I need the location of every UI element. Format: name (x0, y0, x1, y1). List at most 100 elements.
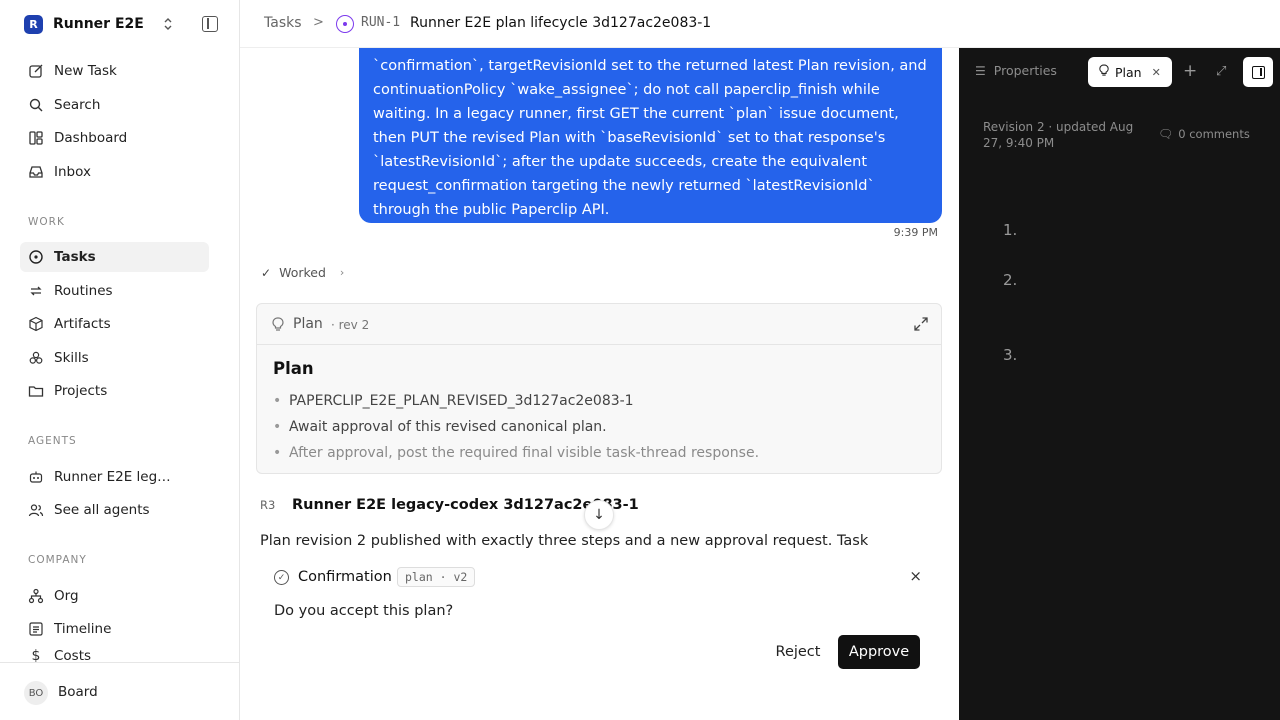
nav-costs[interactable]: $ Costs (20, 648, 209, 662)
nav-skills[interactable]: Skills (20, 343, 209, 373)
sliders-icon: ☰ (975, 63, 986, 78)
nav-label: Projects (54, 383, 108, 399)
issue-id: RUN-1 (361, 15, 401, 30)
nav-projects[interactable]: Projects (20, 376, 209, 406)
workspace-logo: R (24, 14, 43, 34)
confirmation-tag: plan · v2 (397, 567, 476, 587)
nav-tasks[interactable]: Tasks (20, 242, 209, 272)
tab-label: Properties (993, 63, 1057, 78)
nav-org[interactable]: Org (20, 581, 209, 611)
nav-agent-runner[interactable]: Runner E2E legacy-codex 3d127ac2e083-1 (20, 462, 209, 492)
robot-icon (28, 469, 44, 485)
workspace-switcher[interactable]: R Runner E2E legacy-codex (24, 12, 224, 36)
nav-routines[interactable]: Routines (20, 276, 209, 306)
dollar-icon: $ (31, 648, 41, 662)
breadcrumb-tasks[interactable]: Tasks (264, 15, 302, 31)
plan-title: Plan (273, 359, 314, 378)
task-thread: `confirmation`, targetRevisionId set to … (240, 48, 959, 720)
reject-button[interactable]: Reject (762, 635, 834, 669)
board-label: Board (58, 684, 98, 700)
close-tab-icon[interactable]: ✕ (1152, 66, 1161, 79)
panel-right-icon (1251, 65, 1265, 79)
pencil-square-icon (28, 63, 44, 79)
nav-dashboard[interactable]: Dashboard (20, 123, 209, 153)
nav-label: Dashboard (54, 130, 128, 146)
repeat-icon (28, 283, 44, 299)
nav-search[interactable]: Search (20, 90, 209, 120)
arrow-down-icon: ↓ (593, 507, 605, 523)
nav-label: Timeline (54, 621, 112, 637)
workspace-name: Runner E2E legacy-codex (53, 16, 149, 32)
agent-message-header: R3 Runner E2E legacy-codex 3d127ac2e083-… (260, 497, 639, 513)
comment-icon: 🗨 (1158, 127, 1174, 141)
confirmation-title: Confirmation (298, 569, 392, 585)
tab-properties[interactable]: ☰ Properties (975, 63, 1057, 78)
chevron-right-icon: › (339, 266, 345, 279)
nav-new-task[interactable]: New Task (20, 56, 209, 86)
timeline-icon (28, 621, 44, 637)
nav-label: Tasks (54, 249, 96, 265)
scroll-to-bottom-button[interactable]: ↓ (584, 500, 614, 530)
chevron-up-down-icon[interactable] (162, 16, 174, 32)
agent-avatar: R3 (260, 498, 276, 512)
plan-step: Await approval of this revised canonical… (273, 414, 759, 440)
maximize-icon[interactable]: ⤢ (1216, 64, 1226, 79)
message-timestamp: 9:39 PM (893, 226, 938, 239)
topbar: Tasks > RUN-1 Runner E2E plan lifecycle … (240, 0, 1280, 48)
org-icon (28, 588, 44, 604)
plan-step-number: 1. (1003, 221, 1018, 239)
sidebar: R Runner E2E legacy-codex New Task Searc… (0, 0, 240, 720)
approve-button[interactable]: Approve (838, 635, 920, 669)
folder-icon (28, 383, 44, 399)
plan-steps-list: PAPERCLIP_E2E_PLAN_REVISED_3d127ac2e083-… (273, 388, 759, 466)
nav-artifacts[interactable]: Artifacts (20, 309, 209, 339)
tab-label: Plan (1115, 64, 1142, 80)
close-icon[interactable]: × (909, 567, 922, 585)
section-label-company: COMPANY (28, 554, 87, 566)
nav-label: New Task (54, 63, 117, 79)
plan-card-label: Plan (293, 316, 323, 332)
inbox-icon (28, 164, 44, 180)
confirmation-card: ✓ Confirmation plan · v2 × Do you accept… (256, 552, 942, 682)
section-label-agents: AGENTS (28, 435, 77, 447)
revision-info: Revision 2 · updated Aug 27, 9:40 PM (983, 120, 1134, 150)
nav-timeline[interactable]: Timeline (20, 614, 209, 644)
nav-see-all-agents[interactable]: See all agents (20, 495, 209, 525)
issue-status-icon (336, 15, 354, 33)
issue-title: Runner E2E plan lifecycle 3d127ac2e083-1 (410, 15, 712, 31)
nav-label: Inbox (54, 164, 91, 180)
section-label-work: WORK (28, 216, 65, 228)
comments-count[interactable]: 🗨 0 comments (1158, 127, 1250, 141)
add-tab-icon[interactable]: + (1183, 61, 1197, 81)
dashboard-icon (28, 130, 44, 146)
plan-step-number: 2. (1003, 271, 1018, 289)
check-circle-icon: ✓ (274, 570, 289, 585)
circle-dot-icon (28, 249, 44, 265)
expand-icon[interactable] (913, 316, 929, 332)
panel-toggle-button[interactable] (1243, 57, 1273, 87)
nav-label: Skills (54, 350, 89, 366)
user-message: `confirmation`, targetRevisionId set to … (359, 48, 942, 223)
worked-label: Worked (279, 265, 326, 280)
comments-label: 0 comments (1178, 127, 1250, 141)
plan-card-revision: · rev 2 (331, 318, 370, 332)
nav-inbox[interactable]: Inbox (20, 157, 209, 187)
confirmation-question: Do you accept this plan? (274, 603, 454, 619)
breadcrumb-separator: > (313, 15, 324, 30)
board-user[interactable]: BO Board (0, 662, 239, 720)
lightbulb-icon (272, 317, 284, 336)
plan-card-header: Plan · rev 2 (257, 304, 941, 345)
nav-label: Runner E2E legacy-codex 3d127ac2e083-1 (54, 469, 176, 485)
agent-message: Plan revision 2 published with exactly t… (260, 533, 869, 548)
plan-step-number: 3. (1003, 346, 1018, 364)
sidebar-collapse-icon[interactable] (202, 16, 218, 32)
avatar: BO (24, 681, 48, 705)
nav-label: Routines (54, 283, 113, 299)
worked-toggle[interactable]: ✓ Worked › (261, 265, 344, 280)
cube-icon (28, 316, 44, 332)
plan-card: Plan · rev 2 Plan PAPERCLIP_E2E_PLAN_REV… (256, 303, 942, 474)
nav-label: Artifacts (54, 316, 111, 332)
tab-plan[interactable]: Plan ✕ (1088, 57, 1172, 87)
skills-icon (28, 350, 44, 366)
plan-step: PAPERCLIP_E2E_PLAN_REVISED_3d127ac2e083-… (273, 388, 759, 414)
